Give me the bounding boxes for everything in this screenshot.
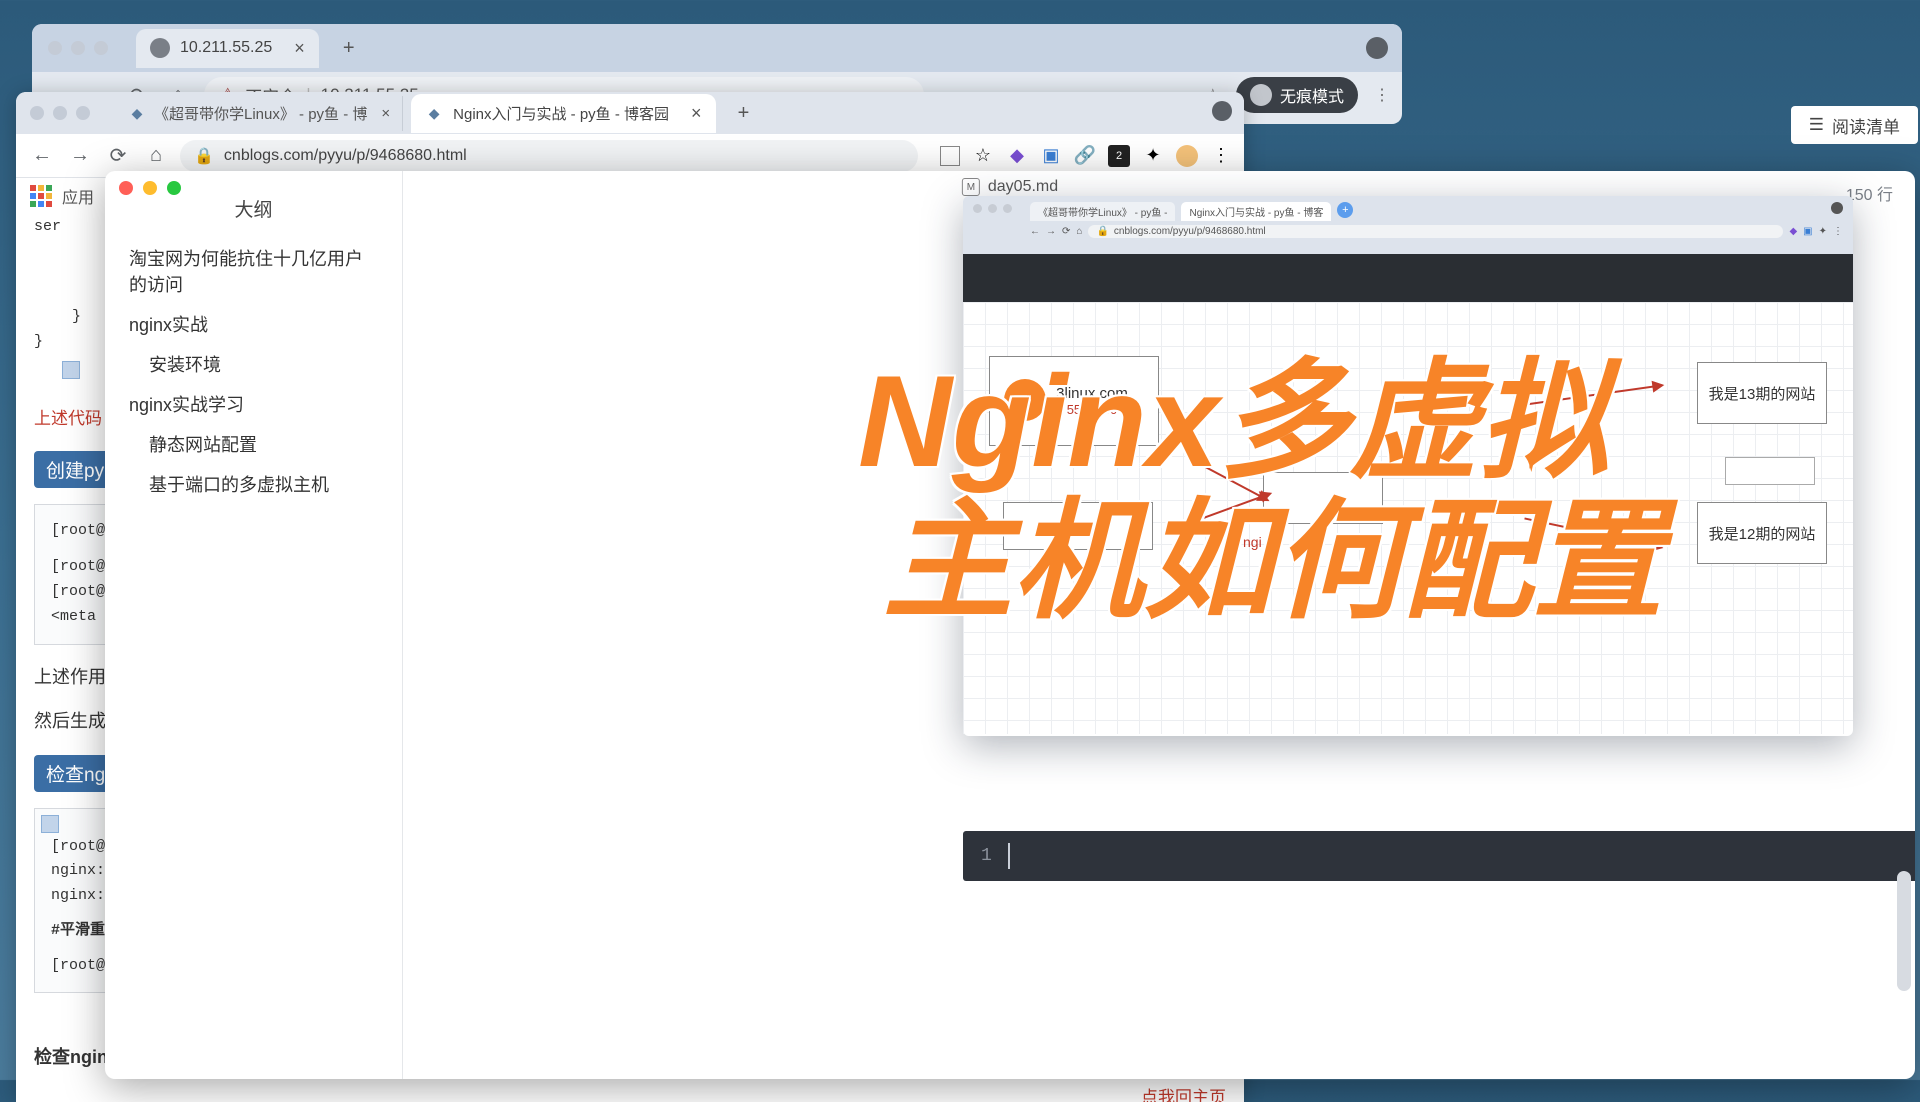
- back-icon: ←: [1030, 226, 1040, 237]
- thumbnail-tab: 《超哥带你学Linux》 - py鱼 -: [1030, 202, 1175, 221]
- toolbar-icons: ☆ ◆ ▣ 🔗 2 ✦ ⋮: [940, 145, 1232, 167]
- diagram-label: 我是13期的网站: [1709, 383, 1816, 404]
- section-badge: 创建py: [34, 451, 116, 488]
- incognito-label: 无痕模式: [1280, 83, 1344, 107]
- diagram-label: 我是12期的网站: [1709, 523, 1816, 544]
- line-number: 1: [981, 846, 992, 866]
- tab-strip: 10.211.55.25 × +: [32, 24, 1402, 72]
- tab-title: 10.211.55.25: [180, 39, 272, 57]
- close-icon[interactable]: ×: [294, 38, 305, 59]
- menu-icon[interactable]: ⋮: [1210, 145, 1232, 167]
- reload-icon: ⟳: [1062, 226, 1070, 237]
- ext-icon: ◆: [1789, 226, 1797, 237]
- list-icon: ☰: [1809, 115, 1824, 135]
- ext-icon[interactable]: ▣: [1040, 145, 1062, 167]
- menu-icon[interactable]: ⋮: [1374, 85, 1390, 105]
- editor-window: M day05.md 150 行 大纲 淘宝网为何能抗住十几亿用户的访问ngin…: [105, 171, 1915, 1079]
- headline-line1: Nginx多虚拟: [858, 356, 1609, 486]
- thumbnail-tab: Nginx入门与实战 - py鱼 - 博客: [1181, 202, 1331, 221]
- outline-item[interactable]: 安装环境: [105, 344, 402, 384]
- copy-icon[interactable]: [41, 815, 59, 833]
- tab-title: 《超哥带你学Linux》 - py鱼 - 博: [154, 103, 367, 124]
- address-bar[interactable]: 🔒 cnblogs.com/pyyu/p/9468680.html: [180, 140, 918, 172]
- forward-icon: →: [1046, 226, 1056, 237]
- profile-icon[interactable]: [1176, 145, 1198, 167]
- thumbnail-profile-icon: [1831, 202, 1843, 214]
- thumbnail-dark-region: [963, 254, 1853, 302]
- outline-list: 淘宝网为何能抗住十几亿用户的访问nginx实战安装环境nginx实战学习静态网站…: [105, 232, 402, 510]
- outline-item[interactable]: 静态网站配置: [105, 424, 402, 464]
- outline-pane: 大纲 淘宝网为何能抗住十几亿用户的访问nginx实战安装环境nginx实战学习静…: [105, 171, 403, 1079]
- forward-button[interactable]: →: [66, 142, 94, 170]
- tab-active[interactable]: 10.211.55.25 ×: [136, 29, 319, 68]
- home-button[interactable]: ⌂: [142, 142, 170, 170]
- apps-icon[interactable]: [30, 185, 52, 207]
- home-link[interactable]: 点我回主页: [34, 1083, 1226, 1102]
- outline-item[interactable]: nginx实战学习: [105, 384, 402, 424]
- tab-strip: ◆ 《超哥带你学Linux》 - py鱼 - 博 × ◆ Nginx入门与实战 …: [16, 92, 1244, 134]
- ext-icon: ✦: [1819, 226, 1827, 237]
- new-tab-button[interactable]: +: [732, 101, 756, 125]
- thumbnail-tab-strip: 《超哥带你学Linux》 - py鱼 - Nginx入门与实战 - py鱼 - …: [963, 196, 1853, 254]
- home-icon: ⌂: [1076, 226, 1082, 237]
- ext-icon[interactable]: 2: [1108, 145, 1130, 167]
- ext-icon[interactable]: 🔗: [1074, 145, 1096, 167]
- reading-list-label: 阅读清单: [1832, 113, 1900, 138]
- star-icon[interactable]: ☆: [972, 145, 994, 167]
- window-controls: [973, 204, 1012, 213]
- editor-body: 《超哥带你学Linux》 - py鱼 - Nginx入门与实战 - py鱼 - …: [403, 171, 1915, 1079]
- outline-item[interactable]: 基于端口的多虚拟主机: [105, 464, 402, 504]
- tab-title: Nginx入门与实战 - py鱼 - 博客园: [453, 103, 669, 124]
- incognito-icon: [1250, 84, 1272, 106]
- window-controls[interactable]: [30, 106, 90, 120]
- url-text: cnblogs.com/pyyu/p/9468680.html: [224, 147, 467, 165]
- account-icon[interactable]: [1212, 101, 1232, 121]
- headline-line2: 主机如何配置: [883, 496, 1663, 626]
- incognito-chip[interactable]: 无痕模式: [1236, 77, 1358, 113]
- menu-icon: ⋮: [1833, 226, 1843, 237]
- new-tab-button[interactable]: +: [337, 36, 361, 60]
- extensions-icon[interactable]: ✦: [1142, 145, 1164, 167]
- thumbnail-url: cnblogs.com/pyyu/p/9468680.html: [1114, 226, 1266, 237]
- ext-icon[interactable]: ◆: [1006, 145, 1028, 167]
- reading-list-button[interactable]: ☰ 阅读清单: [1791, 106, 1918, 144]
- qr-icon[interactable]: [940, 146, 960, 166]
- window-controls[interactable]: [48, 41, 108, 55]
- tab-inactive[interactable]: ◆ 《超哥带你学Linux》 - py鱼 - 博 ×: [116, 96, 403, 131]
- globe-icon: [150, 38, 170, 58]
- outline-item[interactable]: nginx实战: [105, 304, 402, 344]
- account-icon[interactable]: [1366, 37, 1388, 59]
- text-cursor: [1008, 843, 1010, 869]
- code-panel[interactable]: 1: [963, 831, 1915, 881]
- close-icon[interactable]: ×: [381, 105, 390, 122]
- site-icon: ◆: [128, 104, 146, 122]
- copy-icon[interactable]: [62, 361, 80, 379]
- outline-item[interactable]: 淘宝网为何能抗住十几亿用户的访问: [105, 238, 402, 304]
- reload-button[interactable]: ⟳: [104, 142, 132, 170]
- scrollbar-thumb[interactable]: [1897, 871, 1911, 991]
- window-controls[interactable]: [119, 181, 181, 195]
- lock-icon: 🔒: [194, 146, 214, 166]
- tab-active[interactable]: ◆ Nginx入门与实战 - py鱼 - 博客园 ×: [411, 94, 715, 133]
- site-icon: ◆: [425, 104, 443, 122]
- thumbnail-new-tab: +: [1337, 202, 1353, 218]
- apps-label[interactable]: 应用: [62, 184, 94, 208]
- lock-icon: 🔒: [1096, 226, 1108, 237]
- ext-icon: ▣: [1803, 226, 1812, 237]
- back-button[interactable]: ←: [28, 142, 56, 170]
- close-icon[interactable]: ×: [691, 103, 702, 124]
